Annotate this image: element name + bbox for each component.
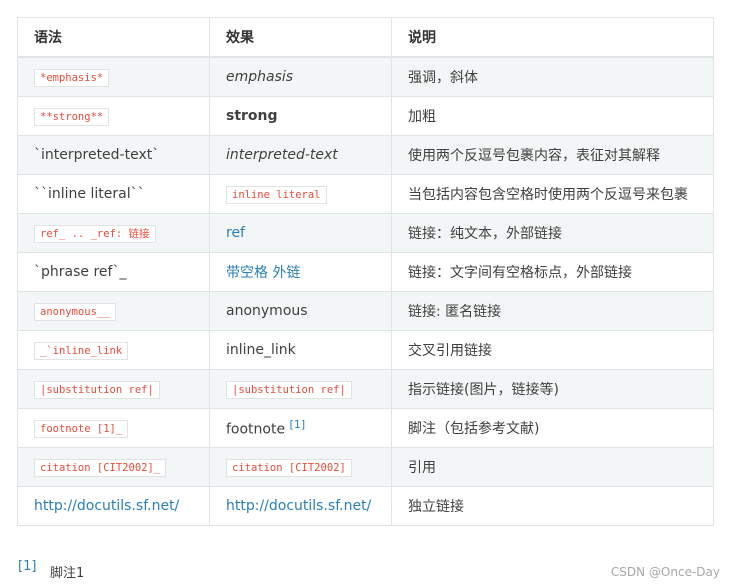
table-row: _`inline_link inline_link 交叉引用链接	[17, 330, 714, 370]
description-cell: 独立链接	[391, 486, 714, 526]
footnote-text: 脚注1	[50, 566, 85, 581]
syntax-cell: **strong**	[17, 96, 210, 136]
table-row: `phrase ref`_ 带空格 外链 链接：文字间有空格标点，外部链接	[17, 252, 714, 292]
syntax-cell: ``inline literal``	[17, 174, 210, 214]
table-row: footnote [1]_ footnote [1] 脚注（包括参考文献)	[17, 408, 714, 448]
syntax-link[interactable]: http://docutils.sf.net/	[34, 498, 179, 514]
effect-cell: footnote [1]	[209, 408, 392, 448]
effect-link[interactable]: http://docutils.sf.net/	[226, 498, 371, 514]
syntax-code: footnote [1]_	[34, 420, 129, 438]
syntax-cell: _`inline_link	[17, 330, 210, 370]
syntax-code: anonymous__	[34, 303, 116, 321]
description-cell: 指示链接(图片，链接等)	[391, 369, 714, 409]
effect-cell: citation [CIT2002]	[209, 447, 392, 487]
syntax-table: 语法 效果 说明 *emphasis* emphasis 强调，斜体 **str…	[17, 17, 714, 526]
table-row: ref_ .. _ref: 链接 ref 链接：纯文本，外部链接	[17, 213, 714, 253]
syntax-code: citation [CIT2002]_	[34, 459, 167, 477]
effect-cell: anonymous	[209, 291, 392, 331]
description-cell: 脚注（包括参考文献)	[391, 408, 714, 448]
effect-code: citation [CIT2002]	[226, 459, 352, 477]
description-cell: 当包括内容包含空格时使用两个反逗号来包裹	[391, 174, 714, 214]
header-effect: 效果	[209, 17, 392, 58]
syntax-cell: *emphasis*	[17, 56, 210, 97]
description-cell: 加粗	[391, 96, 714, 136]
table-row: anonymous__ anonymous 链接: 匿名链接	[17, 291, 714, 331]
header-syntax: 语法	[17, 17, 210, 58]
syntax-cell: |substitution ref|	[17, 369, 210, 409]
effect-cell: inline_link	[209, 330, 392, 370]
syntax-cell: citation [CIT2002]_	[17, 447, 210, 487]
table-row: |substitution ref| |substitution ref| 指示…	[17, 369, 714, 409]
syntax-cell: footnote [1]_	[17, 408, 210, 448]
table-row: `interpreted-text` interpreted-text 使用两个…	[17, 135, 714, 175]
table-row: ``inline literal`` inline literal 当包括内容包…	[17, 174, 714, 214]
table-row: **strong** strong 加粗	[17, 96, 714, 136]
table-row: citation [CIT2002]_ citation [CIT2002] 引…	[17, 447, 714, 487]
syntax-code: **strong**	[34, 108, 110, 126]
effect-cell: interpreted-text	[209, 135, 392, 175]
effect-text: strong	[226, 108, 278, 124]
effect-cell: strong	[209, 96, 392, 136]
syntax-cell: `interpreted-text`	[17, 135, 210, 175]
effect-text: emphasis	[226, 69, 294, 85]
syntax-cell: http://docutils.sf.net/	[17, 486, 210, 526]
effect-text: interpreted-text	[226, 147, 338, 163]
description-cell: 交叉引用链接	[391, 330, 714, 370]
effect-cell: http://docutils.sf.net/	[209, 486, 392, 526]
description-cell: 链接: 匿名链接	[391, 291, 714, 331]
syntax-code: ref_ .. _ref: 链接	[34, 225, 156, 243]
description-cell: 链接：文字间有空格标点，外部链接	[391, 252, 714, 292]
syntax-code: |substitution ref|	[34, 381, 160, 399]
effect-code: |substitution ref|	[226, 381, 352, 399]
effect-link[interactable]: 带空格 外链	[226, 265, 300, 281]
header-description: 说明	[391, 17, 714, 58]
effect-cell: ref	[209, 213, 392, 253]
table-row: *emphasis* emphasis 强调，斜体	[17, 56, 714, 97]
effect-cell: 带空格 外链	[209, 252, 392, 292]
description-cell: 引用	[391, 447, 714, 487]
effect-code: inline literal	[226, 186, 327, 204]
table-row: http://docutils.sf.net/ http://docutils.…	[17, 486, 714, 526]
syntax-cell: ref_ .. _ref: 链接	[17, 213, 210, 253]
effect-link[interactable]: ref	[226, 225, 245, 241]
description-cell: 强调，斜体	[391, 56, 714, 97]
description-cell: 链接：纯文本，外部链接	[391, 213, 714, 253]
effect-cell: emphasis	[209, 56, 392, 97]
footnote-reference-link[interactable]: [1]	[290, 418, 306, 431]
syntax-cell: `phrase ref`_	[17, 252, 210, 292]
footnote-label-link[interactable]: [1]	[18, 559, 36, 574]
description-cell: 使用两个反逗号包裹内容，表征对其解释	[391, 135, 714, 175]
header-row: 语法 效果 说明	[17, 17, 714, 58]
effect-cell: inline literal	[209, 174, 392, 214]
syntax-code: *emphasis*	[34, 69, 110, 87]
effect-cell: |substitution ref|	[209, 369, 392, 409]
syntax-cell: anonymous__	[17, 291, 210, 331]
watermark: CSDN @Once-Day	[610, 565, 720, 579]
syntax-code: _`inline_link	[34, 342, 129, 360]
effect-text: footnote	[226, 421, 286, 438]
